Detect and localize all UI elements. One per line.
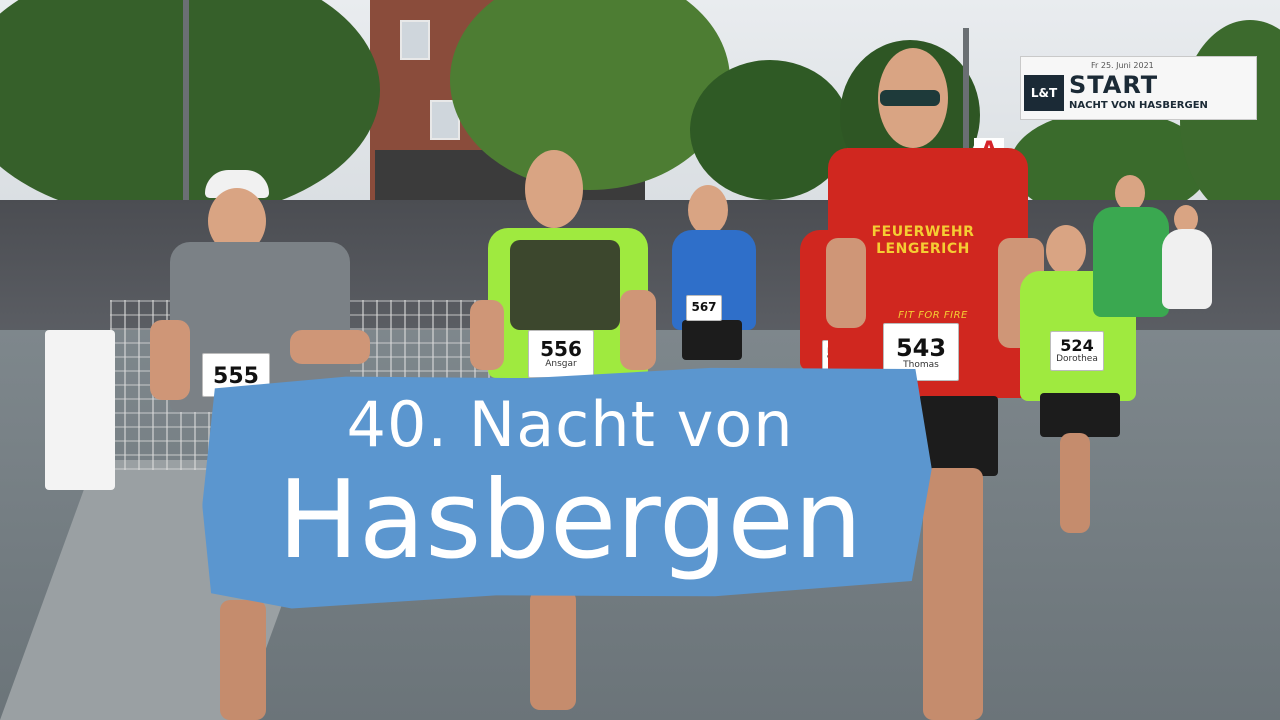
race-bib: 556 Ansgar (528, 330, 594, 378)
arm (470, 300, 504, 370)
race-bib: 524 Dorothea (1050, 331, 1104, 371)
sunglasses (880, 90, 940, 106)
title-line-1: 40. Nacht von (346, 388, 794, 461)
sponsor-logo: L&T (1024, 75, 1064, 111)
leg (530, 590, 576, 710)
jersey-text-line2: LENGERICH (876, 241, 970, 257)
torso (1093, 207, 1169, 317)
white-barrier (45, 330, 115, 490)
window (400, 20, 430, 60)
leg (1060, 433, 1090, 533)
jersey-text-line1: FEUERWEHR (871, 224, 975, 240)
jersey-slogan: FIT FOR FIRE (898, 310, 968, 321)
tree (690, 60, 850, 200)
head (525, 150, 583, 228)
hydration-vest (510, 240, 620, 330)
arm (620, 290, 656, 370)
race-bib: 567 (686, 295, 722, 321)
shorts (1040, 393, 1120, 437)
banner-event-text: NACHT VON HASBERGEN (1069, 100, 1208, 111)
banner-start-text: START (1069, 71, 1159, 99)
arm (150, 320, 190, 400)
shorts (682, 320, 742, 360)
start-banner: L&T Fr 25. Juni 2021 START NACHT VON HAS… (1020, 56, 1257, 120)
head (688, 185, 728, 235)
head (1115, 175, 1145, 211)
leg (220, 600, 266, 720)
head (1046, 225, 1086, 275)
arm (290, 330, 370, 364)
banner-date: Fr 25. Juni 2021 (1091, 61, 1154, 70)
photo-scene: L&T Fr 25. Juni 2021 START NACHT VON HAS… (0, 0, 1280, 720)
leg (923, 468, 983, 720)
torso (1162, 229, 1212, 309)
title-line-2: Hasbergen (277, 458, 863, 583)
